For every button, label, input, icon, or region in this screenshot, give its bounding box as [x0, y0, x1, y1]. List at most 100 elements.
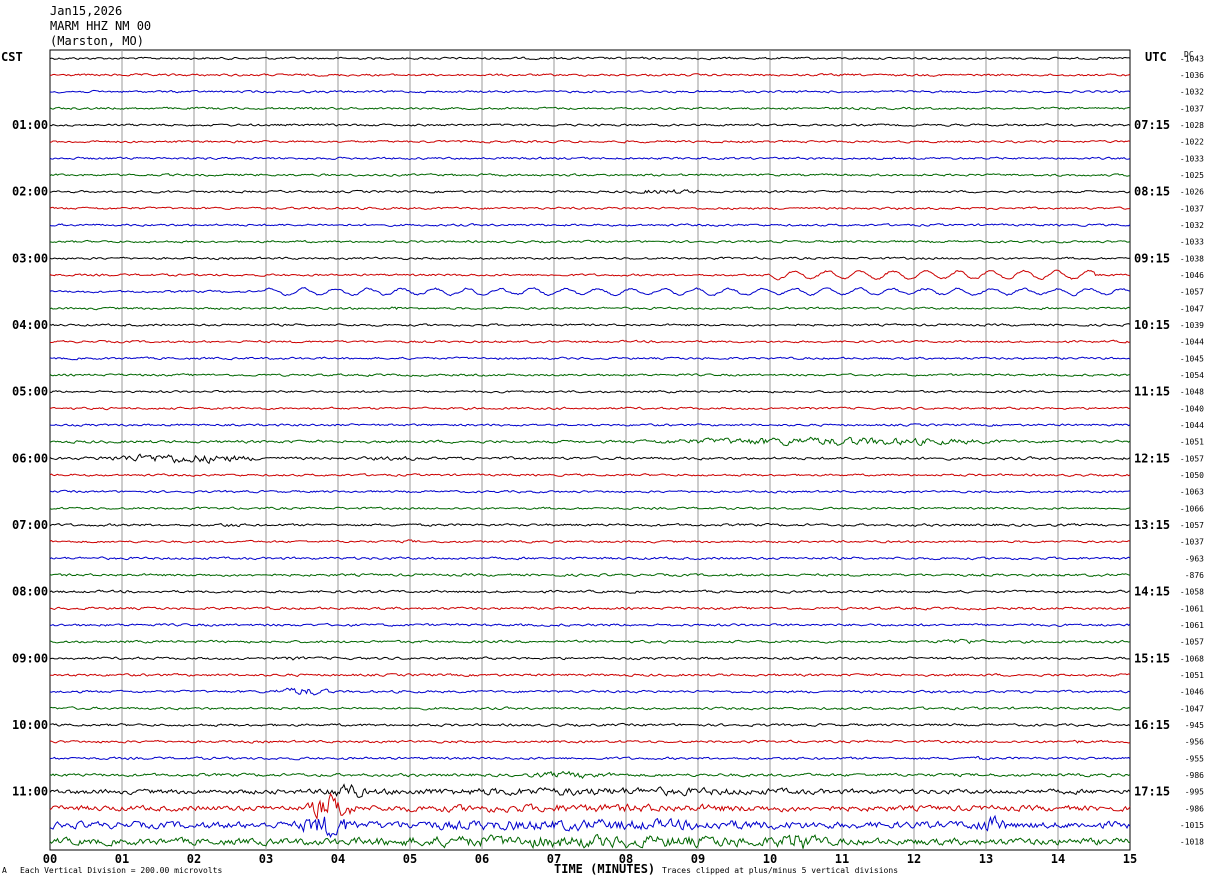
cst-time-label: 10:00 — [12, 718, 48, 732]
utc-time-label: 15:15 — [1134, 651, 1170, 665]
dc-offset-value: -1033 — [1180, 154, 1204, 163]
utc-time-label: 17:15 — [1134, 785, 1170, 799]
dc-offset-value: -1038 — [1180, 254, 1204, 263]
x-tick-label: 13 — [979, 852, 993, 866]
header-date: Jan15,2026 — [50, 4, 123, 18]
trace-line — [49, 473, 1131, 477]
x-tick-label: 04 — [331, 852, 345, 866]
utc-time-label: 16:15 — [1134, 718, 1170, 732]
cst-time-label: 03:00 — [12, 251, 48, 265]
time-labels: 01:00 02:00 03:00 04:00 05:00 06:00 07:00 08:00… — [12, 118, 1170, 799]
dc-offset-value: -1022 — [1180, 138, 1204, 147]
dc-offset-value: -1044 — [1180, 338, 1204, 347]
trace-line — [49, 389, 1131, 394]
dc-offset-value: -1057 — [1180, 521, 1204, 530]
dc-offset-value: -1028 — [1180, 121, 1204, 130]
trace-line — [49, 287, 1131, 297]
x-tick-label: 15 — [1123, 852, 1137, 866]
trace-line — [49, 123, 1131, 127]
dc-offset-value: -1047 — [1180, 304, 1204, 313]
dc-offset-value: -986 — [1185, 804, 1204, 813]
helicorder-plot: 00 01 02 03 04 05 06 07 08 09 10 11 12 13 14 15 01:0002… — [12, 49, 1204, 866]
dc-column-label: DC — [1184, 50, 1194, 59]
dc-offset-value: -1047 — [1180, 704, 1204, 713]
dc-offset-value: -1018 — [1180, 838, 1204, 847]
header-station: MARM HHZ NM 00 — [50, 19, 152, 33]
dc-offset-value: -956 — [1185, 738, 1204, 747]
dc-offset-value: -1061 — [1180, 621, 1204, 630]
dc-offset-value: -1061 — [1180, 604, 1204, 613]
cst-time-label: 02:00 — [12, 185, 48, 199]
dc-offset-value: -1032 — [1180, 88, 1204, 97]
dc-offset-value: -1057 — [1180, 638, 1204, 647]
dc-offset-value: -1026 — [1180, 188, 1204, 197]
x-tick-label: 10 — [763, 852, 777, 866]
dc-offset-value: -876 — [1185, 571, 1204, 580]
trace-line — [49, 622, 1131, 627]
right-timezone-label: UTC — [1145, 50, 1167, 64]
dc-offset-value: -1057 — [1180, 288, 1204, 297]
seismic-traces — [49, 56, 1131, 850]
utc-time-label: 07:15 — [1134, 118, 1170, 132]
trace-line — [49, 687, 1131, 696]
trace-line — [49, 139, 1131, 144]
trace-line — [49, 436, 1131, 447]
utc-time-label: 08:15 — [1134, 185, 1170, 199]
trace-line — [49, 106, 1131, 111]
x-tick-label: 05 — [403, 852, 417, 866]
trace-line — [49, 833, 1131, 850]
scale-note: Each Vertical Division = 200.00 microvol… — [20, 866, 223, 875]
dc-offset-value: -1025 — [1180, 171, 1204, 180]
dc-offset-value: -1040 — [1180, 404, 1204, 413]
dc-offset-value: -1058 — [1180, 588, 1204, 597]
utc-time-label: 11:15 — [1134, 385, 1170, 399]
dc-offset-value: -1037 — [1180, 104, 1204, 113]
trace-line — [49, 770, 1131, 779]
x-tick-label: 14 — [1051, 852, 1065, 866]
dc-offset-value: -1044 — [1180, 421, 1204, 430]
dc-offset-value: -955 — [1185, 754, 1204, 763]
trace-line — [49, 73, 1131, 77]
utc-time-label: 12:15 — [1134, 451, 1170, 465]
dc-offset-value: -1068 — [1180, 654, 1204, 663]
dc-offset-value: -945 — [1185, 721, 1204, 730]
trace-line — [49, 814, 1131, 839]
dc-offset-value: -1050 — [1180, 471, 1204, 480]
trace-line — [49, 223, 1131, 227]
dc-offset-value: -1045 — [1180, 354, 1204, 363]
left-timezone-label: CST — [1, 50, 23, 64]
utc-time-label: 14:15 — [1134, 585, 1170, 599]
dc-offset-labels: -1043-1036-1032-1037-1028-1022-1033-1025… — [1180, 54, 1204, 846]
cst-time-label: 01:00 — [12, 118, 48, 132]
dc-offset-value: -1039 — [1180, 321, 1204, 330]
trace-line — [49, 673, 1131, 677]
trace-line — [49, 89, 1131, 94]
x-tick-label: 00 — [43, 852, 57, 866]
x-tick-label: 09 — [691, 852, 705, 866]
trace-line — [49, 638, 1131, 645]
cst-time-label: 07:00 — [12, 518, 48, 532]
cst-time-label: 09:00 — [12, 651, 48, 665]
trace-line — [49, 523, 1131, 528]
trace-line — [49, 556, 1131, 561]
corner-mark: A — [2, 866, 7, 875]
dc-offset-value: -1036 — [1180, 71, 1204, 80]
trace-line — [49, 489, 1131, 494]
trace-line — [49, 189, 1131, 194]
dc-offset-value: -1037 — [1180, 204, 1204, 213]
trace-line — [49, 755, 1131, 761]
dc-offset-value: -1015 — [1180, 821, 1204, 830]
clip-note: Traces clipped at plus/minus 5 vertical … — [662, 866, 899, 875]
dc-offset-value: -1037 — [1180, 538, 1204, 547]
x-tick-label: 12 — [907, 852, 921, 866]
dc-offset-value: -1066 — [1180, 504, 1204, 513]
dc-offset-value: -1063 — [1180, 488, 1204, 497]
trace-line — [49, 239, 1131, 244]
trace-line — [49, 423, 1131, 427]
plot-frame — [49, 49, 1131, 851]
x-tick-label: 02 — [187, 852, 201, 866]
cst-time-label: 04:00 — [12, 318, 48, 332]
x-axis-title: TIME (MINUTES) — [554, 862, 656, 876]
trace-line — [49, 323, 1131, 327]
trace-line — [49, 783, 1131, 799]
